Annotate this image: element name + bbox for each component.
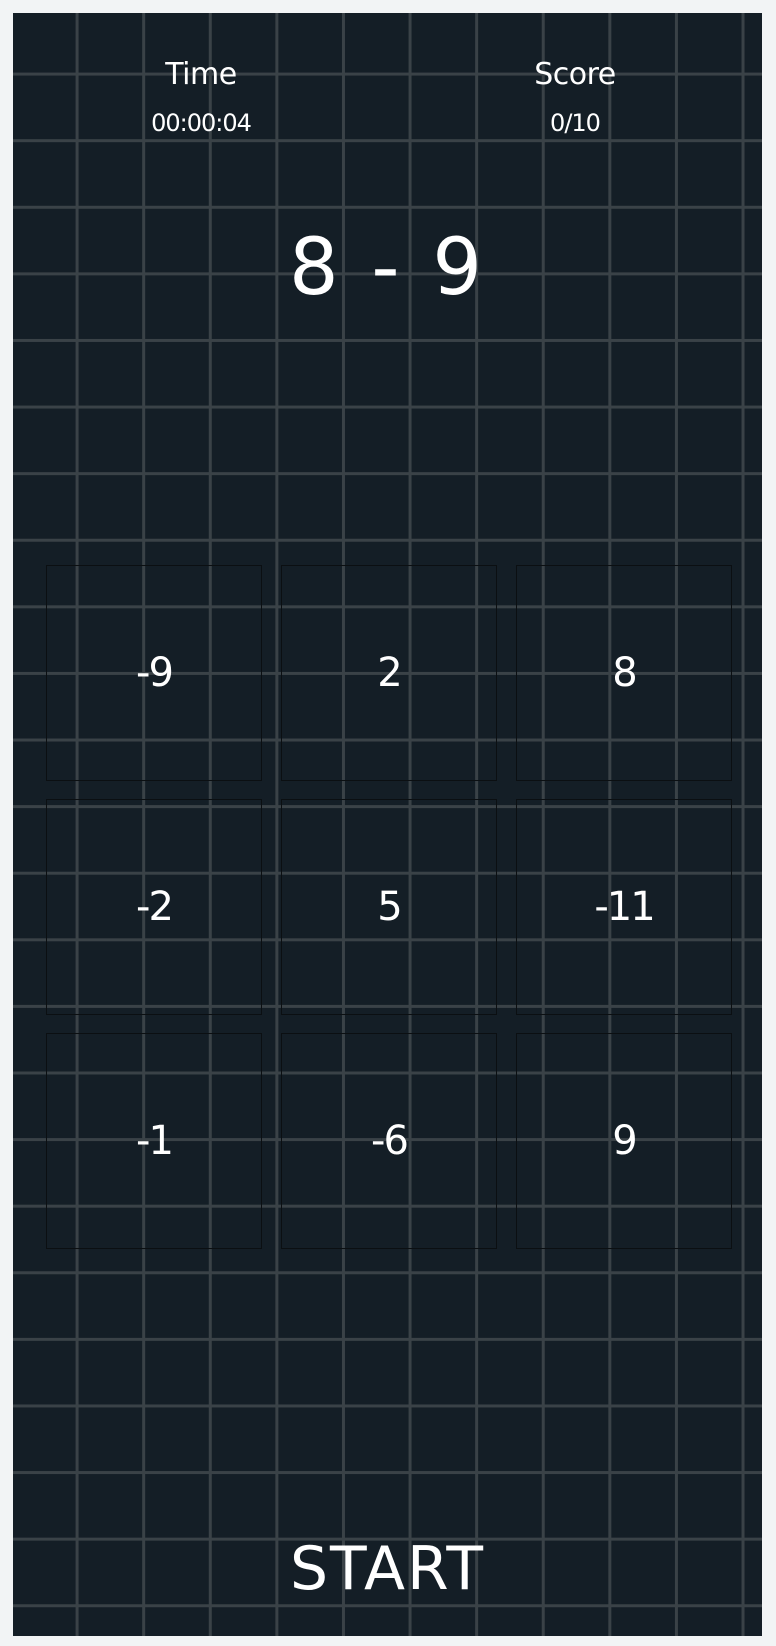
answer-tile[interactable]: -9 — [46, 565, 262, 781]
answer-tile[interactable]: -11 — [516, 799, 732, 1015]
game-board: Time 00:00:04 Score 0/10 8 - 9 -9 2 8 -2… — [13, 13, 762, 1636]
time-value: 00:00:04 — [151, 109, 252, 137]
answer-tile[interactable]: -1 — [46, 1033, 262, 1249]
score-value: 0/10 — [550, 109, 601, 137]
score-label: Score — [534, 57, 616, 92]
time-panel: Time 00:00:04 — [101, 53, 301, 140]
answer-tile[interactable]: 8 — [516, 565, 732, 781]
time-label: Time — [165, 57, 237, 92]
math-problem: 8 - 9 — [289, 223, 486, 313]
answer-tile[interactable]: -2 — [46, 799, 262, 1015]
answer-tile[interactable]: 2 — [281, 565, 497, 781]
answer-tile[interactable]: -6 — [281, 1033, 497, 1249]
score-panel: Score 0/10 — [475, 53, 675, 140]
answer-tile[interactable]: 9 — [516, 1033, 732, 1249]
answer-grid: -9 2 8 -2 5 -11 -1 -6 9 — [46, 565, 732, 1249]
answer-tile[interactable]: 5 — [281, 799, 497, 1015]
start-button[interactable]: START — [13, 1529, 762, 1609]
